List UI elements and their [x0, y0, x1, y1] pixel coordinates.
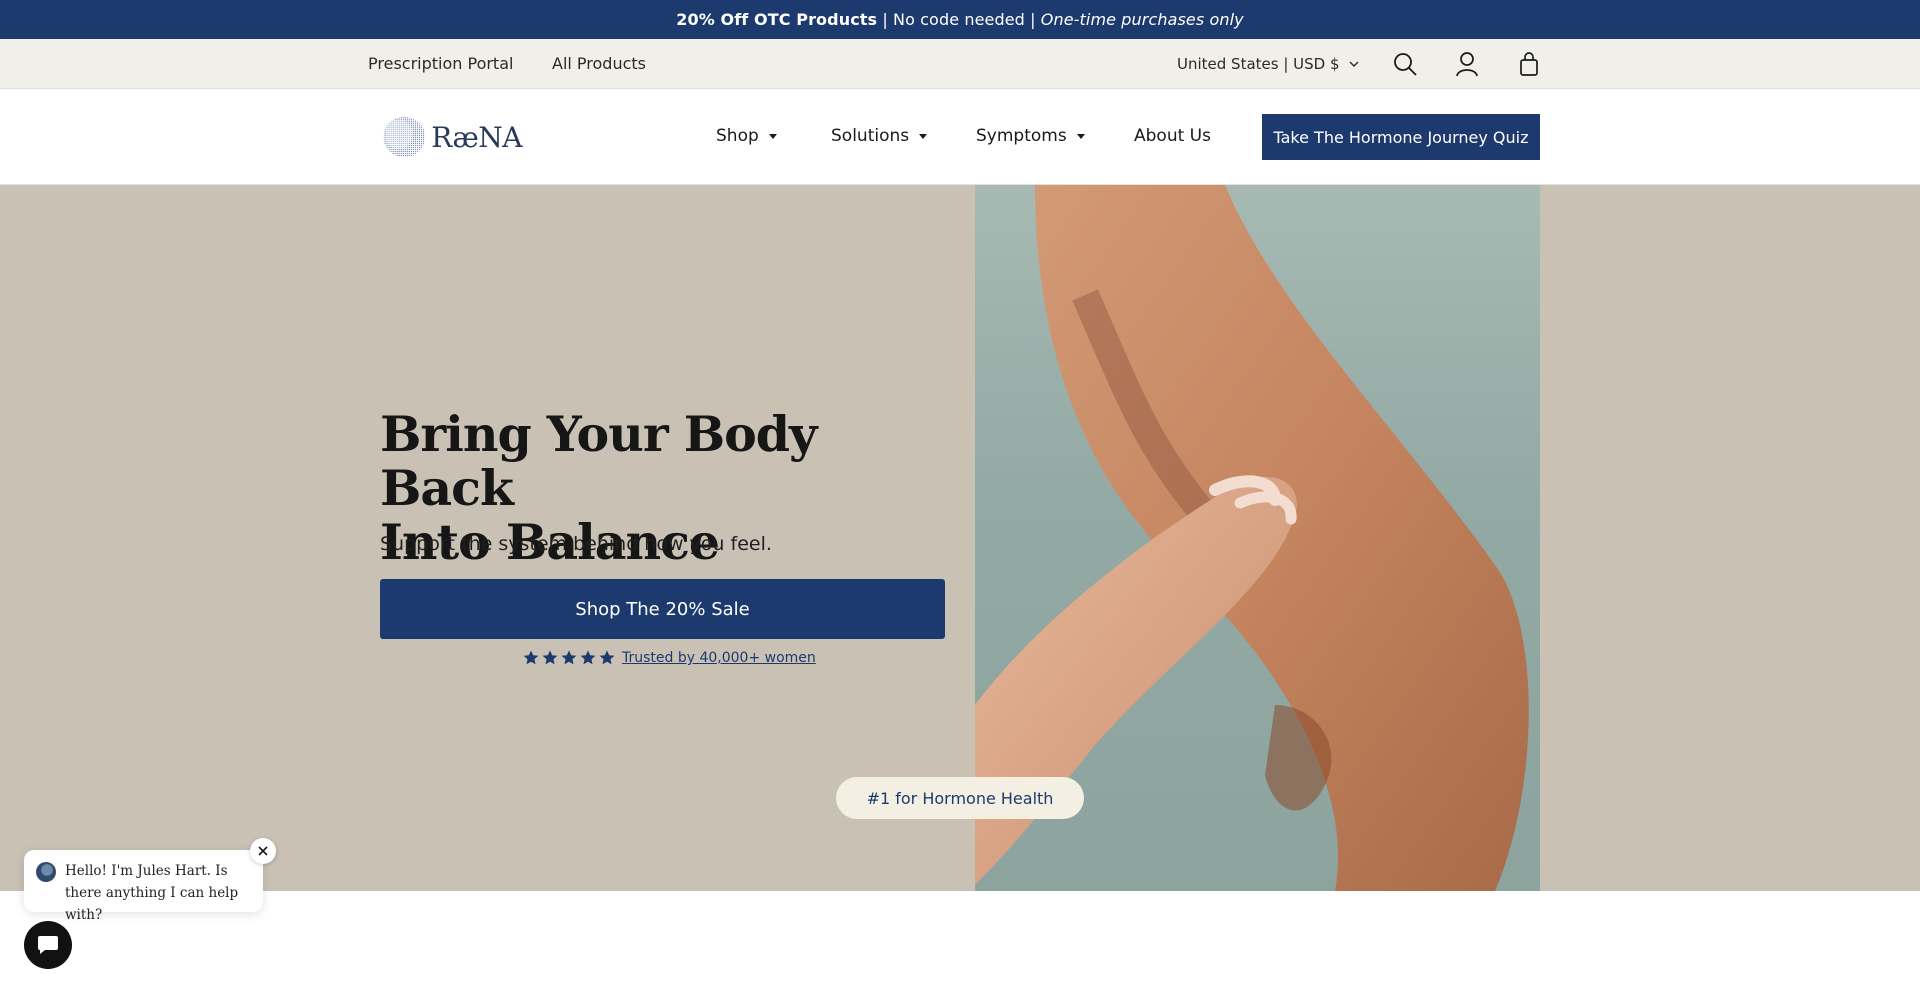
shop-sale-button[interactable]: Shop The 20% Sale	[380, 579, 945, 639]
chat-avatar	[36, 862, 56, 882]
star-icon	[580, 650, 596, 665]
cart-icon[interactable]	[1515, 50, 1543, 78]
caret-down-icon	[919, 133, 928, 139]
nav-about-label: About Us	[1134, 126, 1211, 146]
announcement-bold: 20% Off OTC Products	[676, 10, 878, 29]
utility-bar: Prescription Portal All Products United …	[0, 39, 1920, 89]
rating-stars	[522, 649, 616, 667]
nav-solutions[interactable]: Solutions	[831, 126, 928, 146]
caret-down-icon	[768, 133, 777, 139]
hero-title-line1: Bring Your Body Back	[380, 405, 818, 517]
prescription-portal-link[interactable]: Prescription Portal	[368, 54, 513, 73]
hero-section: Bring Your Body Back Into Balance Suppor…	[0, 185, 1920, 891]
nav-symptoms[interactable]: Symptoms	[976, 126, 1085, 146]
account-icon[interactable]	[1453, 50, 1481, 78]
announcement-middle: | No code needed |	[877, 10, 1041, 29]
reviews-link[interactable]: Trusted by 40,000+ women	[622, 650, 816, 666]
caret-down-icon	[1076, 133, 1085, 139]
star-icon	[599, 650, 615, 665]
chat-close-button[interactable]	[250, 838, 276, 864]
chevron-down-icon	[1349, 61, 1359, 67]
all-products-link[interactable]: All Products	[552, 54, 646, 73]
search-icon[interactable]	[1391, 50, 1419, 78]
rating-row: Trusted by 40,000+ women	[522, 649, 816, 667]
region-selector[interactable]: United States | USD $	[1177, 55, 1360, 73]
nav-solutions-label: Solutions	[831, 126, 910, 146]
nav-shop-label: Shop	[716, 126, 759, 146]
chat-icon	[38, 936, 58, 954]
star-icon	[542, 650, 558, 665]
region-label: United States | USD $	[1177, 55, 1340, 73]
star-icon	[561, 650, 577, 665]
announcement-italic: One-time purchases only	[1040, 10, 1244, 29]
logo-mark-icon	[383, 116, 426, 158]
nav-shop[interactable]: Shop	[716, 126, 777, 146]
chat-message: Hello! I'm Jules Hart. Is there anything…	[65, 863, 239, 923]
chat-greeting-bubble[interactable]: Hello! I'm Jules Hart. Is there anything…	[24, 850, 263, 923]
logo-text: RæNA	[431, 120, 522, 154]
hero-subtitle: Support the system behind how you feel.	[380, 533, 772, 555]
announcement-bar: 20% Off OTC Products | No code needed | …	[0, 0, 1920, 39]
chat-launcher-button[interactable]	[24, 921, 72, 969]
hormone-quiz-button[interactable]: Take The Hormone Journey Quiz	[1262, 114, 1540, 160]
hormone-health-badge: #1 for Hormone Health	[836, 777, 1084, 819]
nav-about-us[interactable]: About Us	[1134, 126, 1211, 146]
close-icon	[258, 846, 268, 856]
main-header: RæNA Shop Solutions Symptoms About Us Ta…	[0, 89, 1920, 185]
nav-symptoms-label: Symptoms	[976, 126, 1067, 146]
star-icon	[523, 650, 539, 665]
site-logo[interactable]: RæNA	[380, 103, 522, 171]
